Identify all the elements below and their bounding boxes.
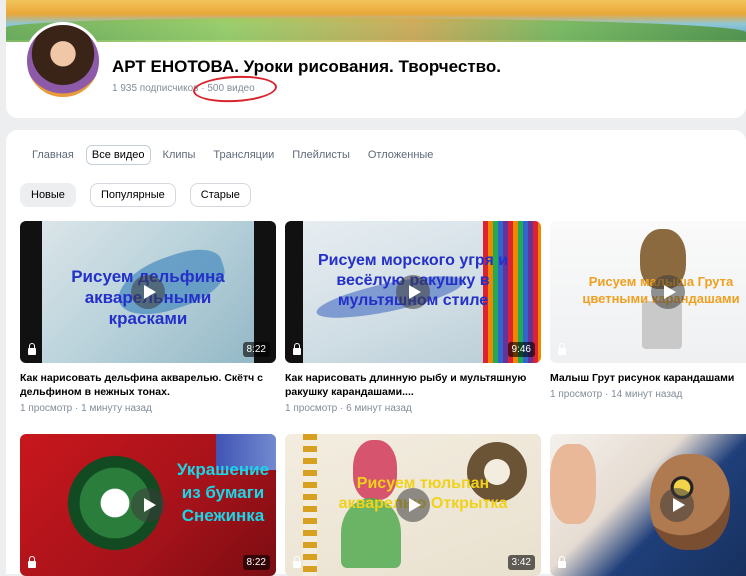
subscribers-count[interactable]: 1 935 подписчиков [112, 83, 198, 94]
lock-icon [28, 556, 36, 568]
channel-header: АРТ ЕНОТОВА. Уроки рисования. Творчество… [6, 0, 746, 118]
video-thumbnail[interactable] [550, 434, 746, 576]
video-duration: 8:22 [242, 555, 270, 570]
lock-icon [293, 343, 301, 355]
lock-icon [293, 556, 301, 568]
tab-scheduled[interactable]: Отложенные [362, 145, 440, 165]
video-duration: 9:46 [507, 342, 535, 357]
video-card[interactable] [550, 434, 746, 576]
play-icon[interactable] [396, 275, 430, 309]
video-title[interactable]: Как нарисовать дельфина акварелью. Скётч… [20, 371, 270, 399]
video-card[interactable]: Украшение из бумаги Снежинка 8:22 [20, 434, 276, 576]
tab-playlists[interactable]: Плейлисты [286, 145, 356, 165]
video-meta: 1 просмотр · 6 минут назад [285, 403, 412, 414]
lock-icon [28, 343, 36, 355]
thumb-caption: Рисуем малыша Грута цветными карандашами [582, 274, 740, 306]
video-duration: 8:22 [242, 342, 270, 357]
video-title[interactable]: Как нарисовать длинную рыбу и мультяшную… [285, 371, 535, 399]
video-meta: 1 просмотр · 14 минут назад [550, 389, 683, 400]
tab-all-videos[interactable]: Все видео [85, 145, 151, 165]
red-annotation-oval [192, 73, 278, 105]
tab-streams[interactable]: Трансляции [207, 145, 280, 165]
video-card[interactable]: Рисуем морского угря и весёлую ракушку в… [285, 221, 541, 414]
filter-old[interactable]: Старые [189, 183, 251, 207]
filter-new[interactable]: Новые [20, 183, 76, 207]
video-thumbnail[interactable]: Украшение из бумаги Снежинка 8:22 [20, 434, 276, 576]
play-icon[interactable] [131, 488, 165, 522]
videos-section: Главная Все видео Клипы Трансляции Плейл… [6, 130, 746, 576]
video-duration: 3:42 [507, 555, 535, 570]
video-card[interactable]: Рисуем дельфина акварельными красками 8:… [20, 221, 276, 414]
sort-filters: Новые Популярные Старые [20, 183, 265, 207]
tab-clips[interactable]: Клипы [157, 145, 202, 165]
tabs-bar: Главная Все видео Клипы Трансляции Плейл… [26, 145, 445, 165]
filter-popular[interactable]: Популярные [89, 183, 176, 207]
channel-title[interactable]: АРТ ЕНОТОВА. Уроки рисования. Творчество… [112, 57, 501, 77]
play-icon[interactable] [131, 275, 165, 309]
lock-icon [558, 556, 566, 568]
video-thumbnail[interactable]: Рисуем морского угря и весёлую ракушку в… [285, 221, 541, 363]
video-title[interactable]: Малыш Грут рисунок карандашами [550, 371, 746, 385]
thumb-caption: Украшение из бумаги Снежинка [176, 460, 270, 525]
video-card[interactable]: Рисуем тюльпан акварелью Открытка 3:42 [285, 434, 541, 576]
tab-main[interactable]: Главная [26, 145, 80, 165]
video-thumbnail[interactable]: Рисуем дельфина акварельными красками 8:… [20, 221, 276, 363]
video-card[interactable]: Рисуем малыша Грута цветными карандашами… [550, 221, 746, 400]
hand-shape [550, 444, 596, 524]
video-meta: 1 просмотр · 1 минуту назад [20, 403, 152, 414]
play-icon[interactable] [650, 275, 685, 309]
avatar[interactable] [24, 22, 102, 100]
lock-icon [558, 343, 566, 355]
play-icon[interactable] [396, 488, 430, 522]
video-thumbnail[interactable]: Рисуем малыша Грута цветными карандашами [550, 221, 746, 363]
video-thumbnail[interactable]: Рисуем тюльпан акварелью Открытка 3:42 [285, 434, 541, 576]
